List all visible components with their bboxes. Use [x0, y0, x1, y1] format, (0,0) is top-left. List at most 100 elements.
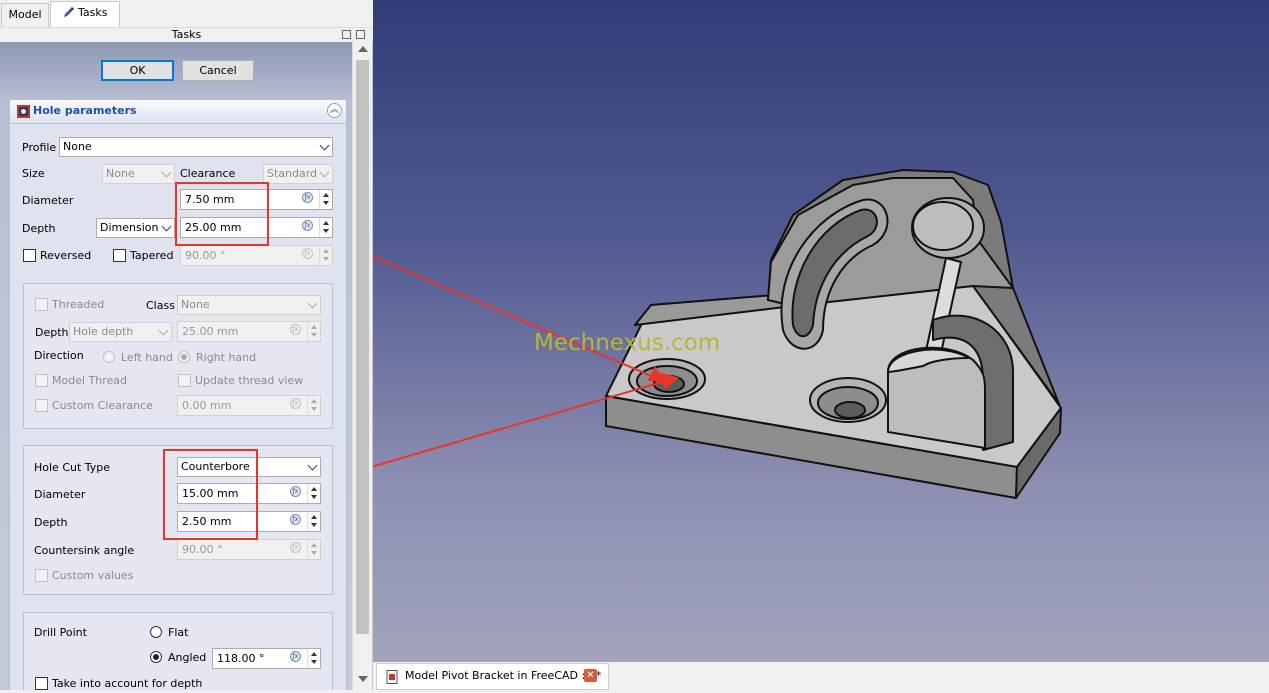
chevron-down-icon — [161, 221, 172, 232]
spin-arrows[interactable] — [307, 322, 319, 341]
expression-icon[interactable]: ƒx — [302, 220, 313, 231]
depth-type-value: Dimension — [100, 221, 159, 234]
expression-icon[interactable]: ƒx — [290, 542, 301, 553]
clearance-label: Clearance — [180, 167, 236, 180]
tapered-checkbox[interactable] — [113, 249, 126, 262]
document-tab[interactable]: Model Pivot Bracket in FreeCAD : 1* ✕ — [376, 663, 609, 690]
diameter-label: Diameter — [22, 194, 74, 207]
expression-icon[interactable]: ƒx — [290, 514, 301, 525]
spin-arrows[interactable] — [307, 512, 319, 531]
scroll-down-icon[interactable] — [358, 676, 368, 682]
custom-clearance-checkbox[interactable] — [35, 399, 48, 412]
tapered-label: Tapered — [130, 249, 174, 262]
profile-label: Profile — [22, 141, 57, 154]
depth-input[interactable]: 25.00 mm ƒx — [180, 217, 333, 238]
chevron-down-icon — [319, 167, 330, 178]
expression-icon[interactable]: ƒx — [290, 651, 301, 662]
scroll-up-icon[interactable] — [358, 46, 368, 52]
watermark-text: Mechnexus.com — [534, 330, 721, 356]
expression-icon[interactable]: ƒx — [290, 324, 301, 335]
taper-angle-input[interactable]: 90.00 ° ƒx — [180, 245, 333, 266]
hole-feature-icon — [16, 104, 31, 119]
custom-values-checkbox[interactable] — [35, 569, 48, 582]
profile-value: None — [63, 140, 92, 153]
hole-cut-diameter-label: Diameter — [34, 488, 86, 501]
custom-values-label: Custom values — [52, 569, 134, 582]
right-hand-radio[interactable] — [178, 351, 190, 363]
combo-view-tabbar: Model Tasks — [0, 0, 373, 28]
diameter-input[interactable]: 7.50 mm ƒx — [180, 189, 333, 210]
task-pane: OK Cancel Hole parameters ︽ Profile None… — [0, 42, 352, 690]
spin-arrows[interactable] — [307, 649, 319, 668]
expression-icon[interactable]: ƒx — [302, 192, 313, 203]
hole-parameters-header[interactable]: Hole parameters ︽ — [9, 99, 347, 123]
document-tab-label: Model Pivot Bracket in FreeCAD : 1* — [405, 669, 602, 682]
angled-radio[interactable] — [150, 651, 162, 663]
take-into-account-label: Take into account for depth — [52, 677, 203, 690]
take-into-account-checkbox[interactable] — [35, 677, 48, 690]
model-thread-label: Model Thread — [52, 374, 127, 387]
chevron-down-icon — [161, 167, 172, 178]
thread-depth-label: Depth — [35, 326, 69, 339]
close-icon[interactable]: ✕ — [584, 669, 597, 682]
ok-button[interactable]: OK — [101, 60, 174, 81]
spin-arrows[interactable] — [307, 484, 319, 503]
size-label: Size — [22, 167, 45, 180]
class-label: Class — [146, 299, 175, 312]
flat-label: Flat — [168, 626, 189, 639]
profile-combo[interactable]: None — [59, 137, 333, 157]
spin-arrows[interactable] — [319, 246, 331, 265]
model-thread-checkbox[interactable] — [35, 374, 48, 387]
cancel-button[interactable]: Cancel — [182, 60, 254, 81]
close-panel-icon[interactable] — [356, 30, 365, 39]
hole-cut-type-combo[interactable]: Counterbore — [177, 457, 321, 477]
update-thread-view-label: Update thread view — [195, 374, 304, 387]
right-hand-label: Right hand — [196, 351, 257, 364]
depth-type-combo[interactable]: Dimension — [96, 218, 175, 238]
spin-arrows[interactable] — [307, 396, 319, 415]
hole-cut-diameter-input[interactable]: 15.00 mm ƒx — [177, 483, 321, 504]
custom-clearance-label: Custom Clearance — [52, 399, 153, 412]
hole-cut-type-label: Hole Cut Type — [34, 461, 111, 474]
hole-cut-diameter-value: 15.00 mm — [182, 487, 239, 500]
scrollbar-thumb[interactable] — [356, 60, 369, 634]
spin-arrows[interactable] — [307, 540, 319, 559]
custom-clearance-input[interactable]: 0.00 mm ƒx — [177, 395, 321, 416]
3d-viewport[interactable]: Mechnexus.com — [373, 0, 1269, 690]
hole-parameters-title: Hole parameters — [33, 104, 137, 117]
class-combo[interactable]: None — [177, 295, 321, 315]
expression-icon[interactable]: ƒx — [290, 486, 301, 497]
size-combo[interactable]: None — [102, 164, 175, 184]
combo-view-panel: Model Tasks Tasks OK Cancel Hole paramet… — [0, 0, 373, 690]
thread-depth-type-value: Hole depth — [73, 325, 134, 338]
spin-arrows[interactable] — [319, 190, 331, 209]
expression-icon[interactable]: ƒx — [302, 248, 313, 259]
thread-depth-type-combo[interactable]: Hole depth — [69, 322, 172, 342]
hole-cut-depth-input[interactable]: 2.50 mm ƒx — [177, 511, 321, 532]
ok-button-label: OK — [129, 64, 146, 77]
flat-radio[interactable] — [150, 626, 162, 638]
direction-label: Direction — [34, 349, 84, 362]
thread-depth-value: 25.00 mm — [182, 325, 239, 338]
spin-arrows[interactable] — [319, 218, 331, 237]
threaded-checkbox[interactable] — [35, 298, 48, 311]
tab-tasks[interactable]: Tasks — [50, 1, 120, 28]
float-icon[interactable] — [342, 30, 351, 39]
class-value: None — [181, 298, 210, 311]
countersink-angle-input[interactable]: 90.00 ° ƒx — [177, 539, 321, 560]
drill-angle-input[interactable]: 118.00 ° ƒx — [212, 648, 321, 669]
expression-icon[interactable]: ƒx — [290, 398, 301, 409]
thread-depth-input[interactable]: 25.00 mm ƒx — [177, 321, 321, 342]
tab-model[interactable]: Model — [1, 3, 49, 27]
chevron-down-icon — [319, 140, 330, 151]
task-pane-scrollbar[interactable] — [352, 42, 372, 690]
reversed-checkbox[interactable] — [23, 249, 36, 262]
clearance-combo[interactable]: Standard — [263, 164, 333, 184]
left-hand-radio[interactable] — [103, 351, 115, 363]
reversed-label: Reversed — [40, 249, 92, 262]
update-thread-view-checkbox[interactable] — [178, 374, 191, 387]
left-hand-label: Left hand — [121, 351, 173, 364]
collapse-icon[interactable]: ︽ — [327, 103, 342, 118]
drill-angle-value: 118.00 ° — [217, 652, 265, 665]
depth-value: 25.00 mm — [185, 221, 242, 234]
